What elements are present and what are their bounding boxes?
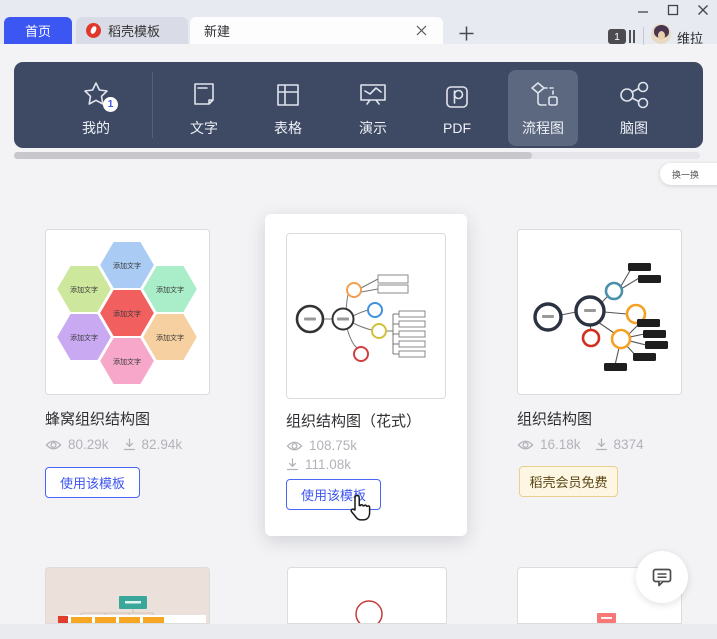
downloads-icon	[123, 438, 135, 451]
nav-item-mine[interactable]: 1 我的	[61, 70, 131, 146]
honeycomb-diagram: 添加文字 添加文字 添加文字 添加文字 添加文字 添加文字 添加文字	[54, 240, 200, 386]
docer-logo-icon	[86, 23, 101, 38]
close-window-button[interactable]	[692, 2, 714, 18]
nav-label-mindmap: 脑图	[620, 119, 648, 136]
downloads-icon	[595, 438, 607, 451]
nav-item-spreadsheet[interactable]: 表格	[253, 70, 323, 146]
views-count: 108.75k	[309, 438, 358, 453]
tab-docer-templates[interactable]: 稻壳模板	[76, 17, 188, 44]
org-bars-diagram	[58, 596, 206, 623]
template-title: 组织结构图（花式）	[286, 413, 422, 430]
nav-label-presentation: 演示	[359, 119, 387, 136]
pdf-icon	[446, 85, 468, 108]
views-count: 80.29k	[68, 437, 109, 452]
svg-text:添加文字: 添加文字	[113, 309, 141, 318]
tab-docer-label: 稻壳模板	[108, 24, 161, 39]
template-preview-circle[interactable]	[287, 567, 447, 624]
svg-text:添加文字: 添加文字	[156, 333, 184, 342]
svg-text:添加文字: 添加文字	[113, 357, 141, 366]
views-icon	[517, 440, 534, 449]
presentation-icon	[360, 83, 386, 105]
bottom-edge-strip	[0, 624, 717, 639]
nav-divider	[152, 72, 153, 138]
downloads-count: 111.08k	[305, 457, 352, 472]
mindmap-icon	[620, 81, 649, 108]
svg-text:添加文字: 添加文字	[156, 285, 184, 294]
nav-item-writer[interactable]: 文字	[169, 70, 239, 146]
org-chart-fancy-diagram	[295, 274, 426, 362]
nav-label-writer: 文字	[190, 119, 218, 136]
views-icon	[45, 440, 62, 449]
template-title: 组织结构图	[517, 411, 593, 428]
document-icon	[194, 82, 214, 105]
downloads-count: 8374	[613, 437, 644, 452]
views-count: 16.18k	[540, 437, 581, 452]
template-stats: 80.29k 82.94k	[45, 437, 182, 452]
nav-label-mine: 我的	[82, 119, 110, 136]
add-tab-icon[interactable]	[459, 26, 474, 41]
flowchart-icon	[531, 81, 558, 106]
feedback-bubble-icon	[652, 568, 672, 587]
template-preview-org-fancy[interactable]	[286, 233, 446, 399]
downloads-count: 82.94k	[141, 437, 183, 452]
use-template-button[interactable]: 使用该模板	[45, 467, 140, 498]
document-type-nav: 1 我的 文字 表格 演示 PDF 流程图 脑图	[14, 62, 703, 148]
nav-scrollbar-thumb[interactable]	[14, 152, 532, 159]
mine-count-badge: 1	[103, 96, 118, 112]
template-preview-org[interactable]	[517, 229, 682, 395]
nav-item-mindmap[interactable]: 脑图	[599, 70, 669, 146]
docer-member-free-badge[interactable]: 稻壳会员免费	[519, 466, 618, 497]
template-downloads: 111.08k	[286, 457, 351, 472]
minimize-button[interactable]	[632, 2, 654, 18]
downloads-icon	[286, 458, 299, 471]
template-title: 蜂窝组织结构图	[45, 411, 151, 428]
template-views: 108.75k	[286, 438, 357, 453]
org-chart-diagram	[533, 263, 668, 371]
nav-label-flowchart: 流程图	[522, 119, 564, 136]
nav-item-presentation[interactable]: 演示	[338, 70, 408, 146]
svg-text:添加文字: 添加文字	[70, 333, 98, 342]
circle-diagram	[355, 600, 383, 623]
table-icon	[277, 83, 299, 106]
nav-scrollbar-track[interactable]	[14, 152, 700, 159]
refresh-templates-button[interactable]: 换一换	[660, 163, 717, 185]
nav-item-pdf[interactable]: PDF	[422, 70, 492, 146]
svg-text:添加文字: 添加文字	[70, 285, 98, 294]
nav-item-flowchart[interactable]: 流程图	[508, 70, 578, 146]
title-bar: 首页 稻壳模板 新建 1 维拉	[0, 0, 717, 47]
maximize-icon	[667, 4, 679, 16]
close-icon	[698, 5, 708, 15]
user-avatar[interactable]	[651, 24, 671, 44]
template-preview-honeycomb[interactable]: 添加文字 添加文字 添加文字 添加文字 添加文字 添加文字 添加文字	[45, 229, 210, 395]
close-tab-icon[interactable]	[416, 25, 427, 36]
titlebar-divider	[643, 27, 644, 45]
star-icon: 1	[80, 79, 118, 112]
nav-label-spreadsheet: 表格	[274, 119, 302, 136]
app-window: 首页 稻壳模板 新建 1 维拉 1 我的 文字 表格 演示 PDF 流程图 脑图…	[0, 0, 717, 639]
minimize-icon	[638, 11, 648, 13]
template-preview-orgchart-beige[interactable]	[45, 567, 210, 624]
use-template-button[interactable]: 使用该模板	[286, 479, 381, 510]
tab-home[interactable]: 首页	[4, 17, 72, 44]
task-count-badge[interactable]: 1	[608, 29, 626, 44]
tab-new-document[interactable]: 新建	[190, 17, 443, 44]
template-card-hovered[interactable]: 组织结构图（花式） 108.75k 111.08k 使用该模板	[265, 214, 467, 536]
svg-text:添加文字: 添加文字	[113, 261, 141, 270]
user-name[interactable]: 维拉	[677, 28, 703, 47]
nav-label-pdf: PDF	[443, 119, 471, 136]
feedback-button[interactable]	[636, 551, 688, 603]
maximize-button[interactable]	[662, 2, 684, 18]
views-icon	[286, 441, 303, 450]
template-stats: 16.18k 8374	[517, 437, 644, 452]
tab-home-label: 首页	[24, 24, 51, 39]
tab-new-label: 新建	[204, 24, 231, 39]
